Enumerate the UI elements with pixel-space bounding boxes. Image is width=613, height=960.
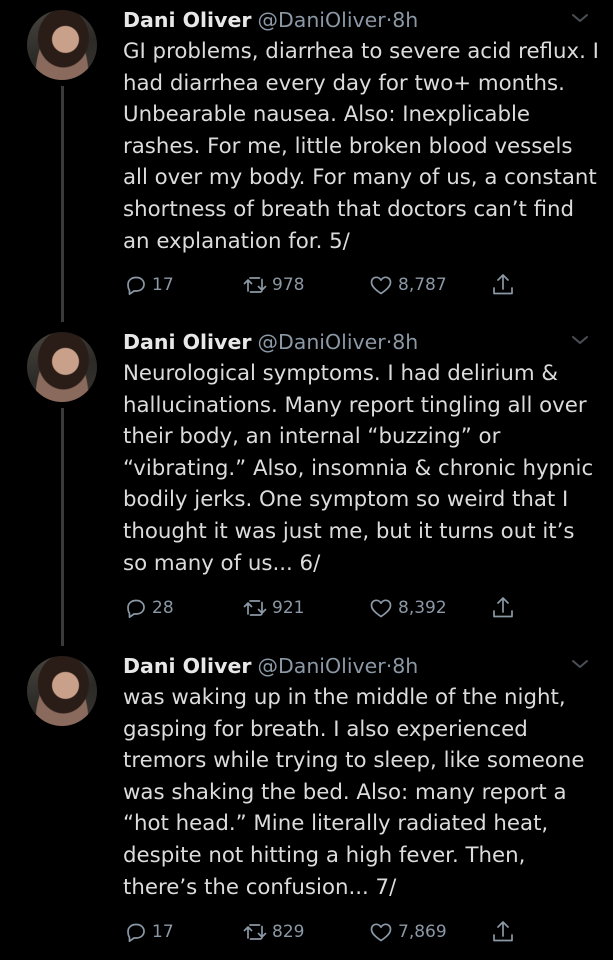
- like-button[interactable]: 8,392: [368, 595, 447, 621]
- tweet-text: was waking up in the middle of the night…: [123, 685, 585, 900]
- author-handle[interactable]: @DaniOliver: [257, 8, 385, 32]
- tweet-header: Dani Oliver @DaniOliver·8h: [123, 6, 418, 34]
- tweet-header: Dani Oliver @DaniOliver·8h: [123, 328, 418, 356]
- tweet-time[interactable]: 8h: [392, 8, 418, 32]
- chevron-down-icon[interactable]: [571, 12, 589, 24]
- tweet-actions: 17 978 8,787: [124, 272, 524, 298]
- thread-connector-line: [61, 86, 64, 322]
- author-name[interactable]: Dani Oliver: [123, 330, 251, 354]
- heart-icon: [370, 599, 392, 618]
- author-handle[interactable]: @DaniOliver: [257, 654, 385, 678]
- tweet-time[interactable]: 8h: [392, 330, 418, 354]
- retweet-icon: [243, 277, 267, 293]
- share-button[interactable]: [490, 272, 516, 298]
- reply-icon: [127, 276, 145, 296]
- share-button[interactable]: [490, 595, 516, 621]
- like-button[interactable]: 7,869: [368, 919, 447, 945]
- share-icon: [493, 597, 513, 618]
- avatar[interactable]: [27, 332, 97, 402]
- reply-count: 17: [152, 275, 174, 295]
- reply-button[interactable]: 28: [124, 595, 174, 621]
- avatar[interactable]: [27, 10, 97, 80]
- reply-icon: [127, 599, 145, 619]
- heart-icon: [370, 923, 392, 942]
- retweet-icon: [243, 600, 267, 616]
- author-name[interactable]: Dani Oliver: [123, 654, 251, 678]
- heart-icon: [370, 276, 392, 295]
- retweet-icon: [243, 924, 267, 940]
- retweet-count: 978: [272, 275, 305, 295]
- retweet-count: 829: [272, 922, 305, 942]
- like-count: 8,787: [398, 275, 447, 295]
- reply-count: 17: [152, 922, 174, 942]
- reply-button[interactable]: 17: [124, 919, 174, 945]
- retweet-button[interactable]: 921: [242, 595, 304, 621]
- like-count: 8,392: [398, 598, 447, 618]
- tweet-time[interactable]: 8h: [392, 654, 418, 678]
- tweet-thread: Dani Oliver @DaniOliver·8h GI problems, d…: [0, 0, 613, 960]
- author-handle[interactable]: @DaniOliver: [257, 330, 385, 354]
- tweet-text: GI problems, diarrhea to severe acid ref…: [123, 39, 599, 254]
- tweet-actions: 28 921 8,392: [124, 595, 524, 621]
- tweet-text: Neurological symptoms. I had delirium & …: [123, 361, 594, 576]
- avatar[interactable]: [27, 656, 97, 726]
- chevron-down-icon[interactable]: [571, 658, 589, 670]
- share-button[interactable]: [490, 919, 516, 945]
- reply-button[interactable]: 17: [124, 272, 174, 298]
- like-count: 7,869: [398, 922, 447, 942]
- retweet-button[interactable]: 978: [242, 272, 304, 298]
- reply-count: 28: [152, 598, 174, 618]
- share-icon: [493, 274, 513, 295]
- retweet-button[interactable]: 829: [242, 919, 304, 945]
- like-button[interactable]: 8,787: [368, 272, 447, 298]
- share-icon: [493, 921, 513, 942]
- reply-icon: [127, 923, 145, 943]
- author-name[interactable]: Dani Oliver: [123, 8, 251, 32]
- tweet-actions: 17 829 7,869: [124, 919, 524, 945]
- thread-connector-line: [61, 408, 64, 646]
- chevron-down-icon[interactable]: [571, 334, 589, 346]
- retweet-count: 921: [272, 598, 305, 618]
- tweet-header: Dani Oliver @DaniOliver·8h: [123, 652, 418, 680]
